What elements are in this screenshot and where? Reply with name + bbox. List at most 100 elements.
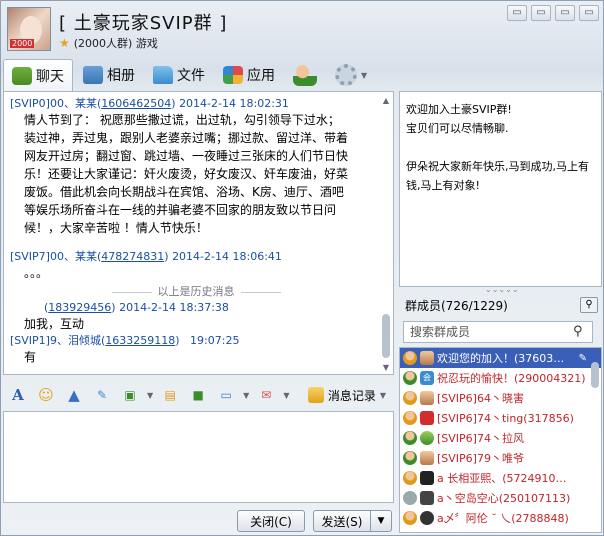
chevron-down-icon[interactable]: ▼ [147, 391, 153, 400]
image-icon[interactable]: ▣ [119, 388, 141, 402]
chevron-down-icon[interactable]: ▼ [283, 391, 289, 400]
maximize-button[interactable]: ▭ [555, 5, 575, 21]
tab-album[interactable]: 相册 [75, 60, 143, 90]
shake-icon[interactable]: ✉ [255, 388, 277, 402]
member-item[interactable]: a 长相亚熙、(5724910… [400, 468, 601, 488]
scroll-up-icon[interactable]: ▲ [381, 96, 391, 105]
member-name: [SVIP6]74丶拉风 [437, 432, 524, 445]
member-item[interactable]: [SVIP6]79丶唯爷 [400, 448, 601, 468]
sender-qq-link[interactable]: 1606462504 [101, 97, 171, 110]
sender-qq-link[interactable]: 183929456 [48, 301, 111, 314]
font-icon[interactable]: A [7, 386, 29, 404]
sender-qq-link[interactable]: 1633259118 [105, 334, 175, 347]
history-divider: 以上是历史消息 [10, 284, 382, 300]
message-meta: [SVIP1]9、泪倾城(1633259118) 19:07:25 [10, 334, 240, 347]
tab-chat[interactable]: 聊天 [3, 59, 73, 91]
group-subtitle-text: (2000人群) 游戏 [73, 37, 158, 50]
member-list[interactable]: 欢迎您的加入！(37603… ✎ 会 祝忍玩的愉快！(290004321) [S… [399, 347, 602, 533]
skin-button[interactable]: ▭ [507, 5, 527, 21]
admin-icon [403, 451, 417, 465]
gift-icon[interactable]: ■ [187, 388, 209, 402]
scroll-thumb[interactable] [591, 362, 599, 388]
members-count: 群成员(726/1229) [405, 298, 508, 313]
member-item[interactable]: [SVIP6]64丶晓害 [400, 388, 601, 408]
note-icon[interactable]: ▤ [159, 388, 181, 402]
message-time: 19:07:25 [190, 334, 240, 347]
message-list: [SVIP0]00、某某(1606462504) 2014-2-14 18:02… [10, 96, 382, 366]
announcement-line: 宝贝们可以尽情畅聊. [406, 122, 509, 135]
message-sender: [SVIP1]9、泪倾城 [10, 334, 101, 347]
close-window-button[interactable]: ▭ [579, 5, 599, 21]
message-input[interactable] [3, 411, 394, 503]
member-scrollbar[interactable] [590, 352, 600, 528]
member-role-icon [403, 471, 417, 485]
panel-splitter[interactable]: ⌄⌄⌄⌄⌄ [485, 286, 519, 294]
member-item[interactable]: a丶空岛空心(250107113) [400, 488, 601, 508]
avatar-tag: 2000 [10, 39, 35, 48]
tab-apps[interactable]: 应用 [215, 60, 283, 90]
add-member-button[interactable] [285, 60, 325, 90]
tab-apps-label: 应用 [247, 68, 275, 84]
message-sender: [SVIP7]00、某某 [10, 250, 97, 263]
search-icon[interactable]: ⚲ [580, 297, 598, 313]
message-line: 装过神，弄过鬼，跟别人老婆亲过嘴；挪过款、留过洋、带着 [24, 131, 349, 145]
tab-files[interactable]: 文件 [145, 60, 213, 90]
minimize-button[interactable]: ▭ [531, 5, 551, 21]
magic-icon[interactable]: ▲ [63, 386, 85, 404]
history-scrollbar[interactable]: ▲ ▼ [381, 96, 391, 372]
member-item[interactable]: [SVIP6]74丶ting(317856) [400, 408, 601, 428]
settings-button[interactable]: ▼ [327, 60, 375, 90]
group-subtitle: ★ (2000人群) 游戏 [59, 35, 158, 51]
edit-icon[interactable]: ✎ [579, 353, 587, 364]
message-line: 有 [24, 350, 37, 364]
chat-window: 2000 [ 土豪玩家SVIP群 ] ★ (2000人群) 游戏 ▭ ▭ ▭ ▭… [0, 0, 604, 536]
avatar [420, 471, 434, 485]
member-item[interactable]: 欢迎您的加入！(37603… ✎ [400, 348, 601, 368]
member-name: 欢迎您的加入！(37603… [437, 352, 565, 365]
search-icon[interactable]: ⚲ [573, 324, 583, 339]
emoji-icon[interactable]: ☺ [35, 386, 57, 404]
close-button[interactable]: 关闭(C) [237, 510, 305, 532]
member-name: a丶空岛空心(250107113) [437, 492, 571, 505]
announcement-line: 欢迎加入土豪SVIP群! [406, 103, 512, 116]
tab-bar: 聊天 相册 文件 应用 ▼ [1, 59, 604, 91]
avatar [420, 411, 434, 425]
scroll-down-icon[interactable]: ▼ [381, 363, 391, 372]
message-body: 。。。 [10, 264, 382, 282]
message-time: 2014-2-14 18:06:41 [172, 250, 282, 263]
member-name: [SVIP6]64丶晓害 [437, 392, 524, 405]
member-item[interactable]: a乄〞阿伦 ˘ 乀(2788848) [400, 508, 601, 528]
member-item[interactable]: 会 祝忍玩的愉快！(290004321) [400, 368, 601, 388]
member-name: [SVIP6]74丶ting(317856) [437, 412, 574, 425]
message: [SVIP0]00、某某(1606462504) 2014-2-14 18:02… [10, 96, 382, 237]
send-options-button[interactable]: ▼ [370, 510, 392, 532]
chevron-down-icon[interactable]: ▼ [243, 391, 249, 400]
message-history[interactable]: [SVIP0]00、某某(1606462504) 2014-2-14 18:02… [3, 91, 394, 375]
window-buttons: ▭ ▭ ▭ ▭ [507, 5, 599, 21]
message-line: 废饭。借此机会向长期战斗在宾馆、浴场、K房、迪厅、酒吧 [24, 185, 344, 199]
message-line: 。。。 [24, 266, 49, 280]
send-button[interactable]: 发送(S) [313, 510, 371, 532]
avatar [420, 491, 434, 505]
avatar [420, 351, 434, 365]
member-name: [SVIP6]79丶唯爷 [437, 452, 524, 465]
avatar [420, 511, 434, 525]
member-item[interactable]: [SVIP6]74丶拉风 [400, 428, 601, 448]
doodle-icon[interactable]: ✎ [91, 388, 113, 402]
member-search-input[interactable]: 搜索群成员 [403, 321, 593, 343]
group-title: [ 土豪玩家SVIP群 ] [59, 13, 228, 34]
message-record-button[interactable]: 消息记录 ▼ [307, 387, 394, 404]
admin-icon [403, 431, 417, 445]
message-line: 候！，大家辛苦啦 ！情人节快乐！ [24, 221, 208, 235]
screenshot-icon[interactable]: ▭ [215, 388, 237, 402]
admin-icon [403, 371, 417, 385]
scroll-thumb[interactable] [382, 314, 390, 358]
message-body: 加我，互动 [10, 315, 382, 333]
group-avatar[interactable]: 2000 [7, 7, 51, 51]
message-line: 网友开过房；翻过窗、跳过墙、一夜睡过三张床的人们节日快 [24, 149, 349, 163]
message-line: 加我，互动 [24, 317, 85, 331]
message-body: 情人节到了： 祝愿那些撒过谎，出过轨，勾引领导下过水； 装过神，弄过鬼，跟别人老… [10, 111, 382, 237]
tab-files-label: 文件 [177, 68, 205, 84]
sender-qq-link[interactable]: 478274831 [101, 250, 164, 263]
chat-icon [12, 66, 32, 85]
